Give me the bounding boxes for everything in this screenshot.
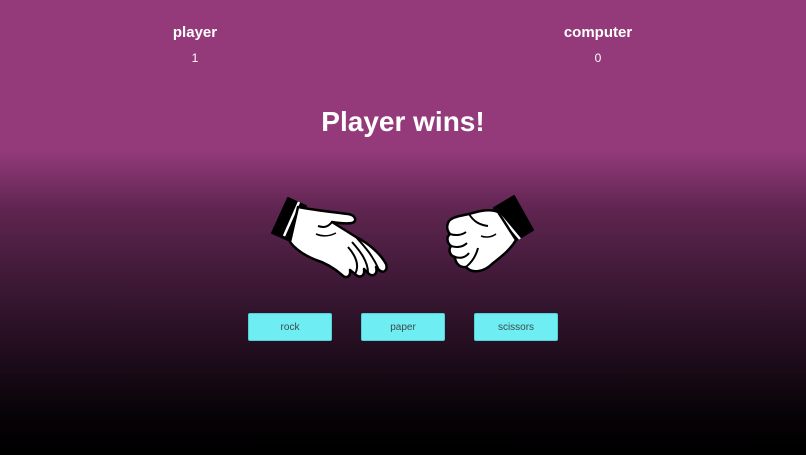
paper-hand-icon bbox=[271, 197, 388, 279]
player-score-block: player 1 bbox=[115, 24, 275, 65]
paper-button[interactable]: paper bbox=[361, 313, 445, 341]
computer-label: computer bbox=[563, 24, 633, 41]
result-message: Player wins! bbox=[321, 106, 485, 137]
rock-fist-icon bbox=[445, 195, 534, 273]
player-label: player bbox=[172, 24, 218, 41]
computer-score-block: computer 0 bbox=[518, 24, 678, 65]
rock-button[interactable]: rock bbox=[248, 313, 332, 341]
computer-score: 0 bbox=[594, 51, 602, 65]
player-score: 1 bbox=[191, 51, 199, 65]
scissors-button[interactable]: scissors bbox=[474, 313, 558, 341]
